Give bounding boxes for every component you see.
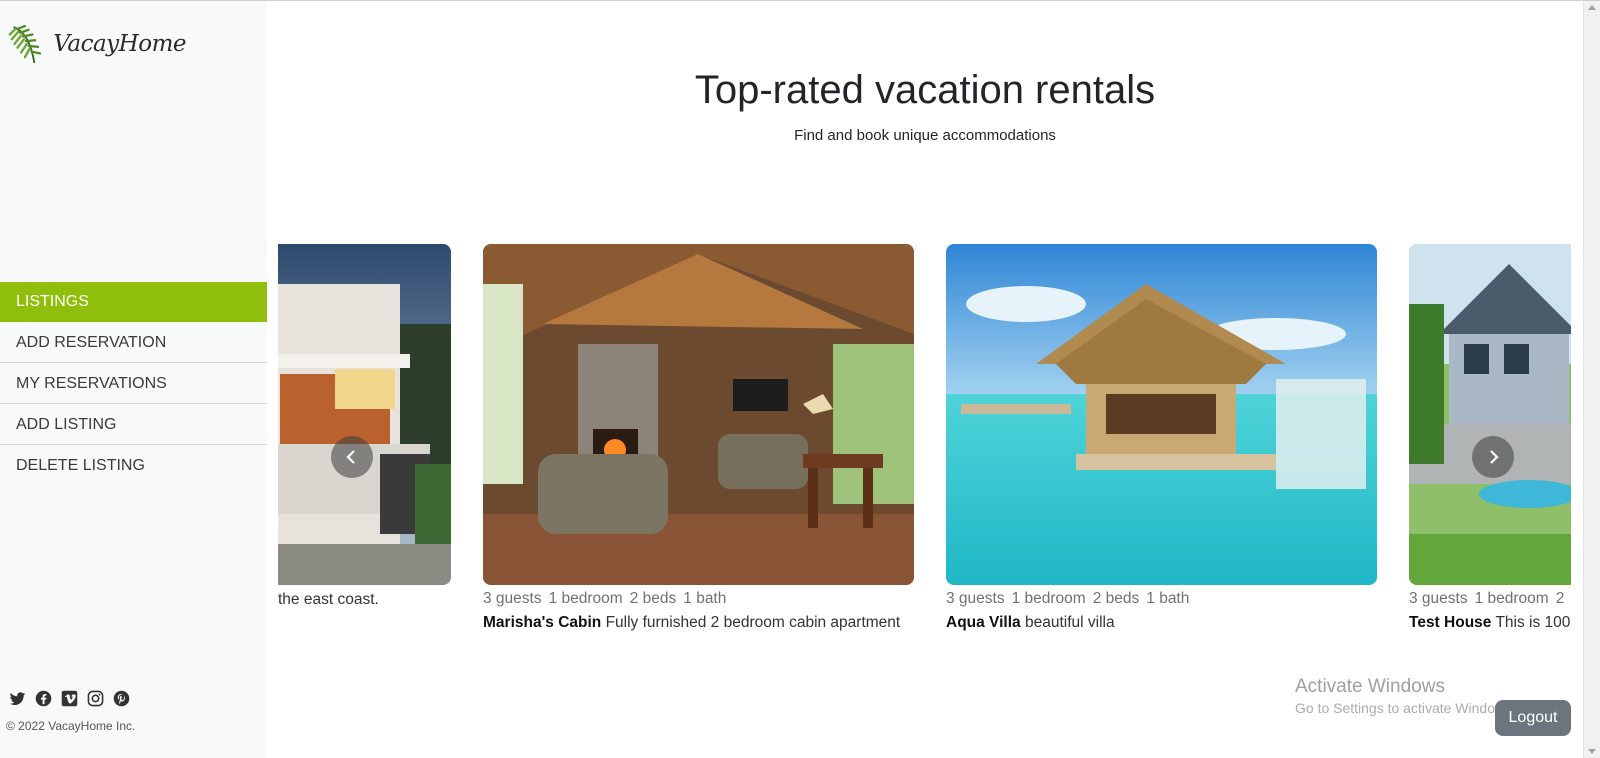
listing-text: Fully furnished 2 bedroom cabin apartmen… [605, 614, 901, 631]
facebook-icon[interactable] [34, 689, 52, 707]
listing-name: Test House [1409, 614, 1492, 631]
sidebar-nav: LISTINGS ADD RESERVATION MY RESERVATIONS… [0, 282, 267, 486]
listing-text: the east coast. [278, 591, 379, 608]
sidebar-item-listings[interactable]: LISTINGS [0, 282, 267, 322]
guests-count: 3 guests [483, 590, 542, 607]
sidebar-item-delete-listing[interactable]: DELETE LISTING [0, 445, 267, 486]
beds-count: 2 [1555, 590, 1565, 607]
listing-description: the east coast. [278, 591, 451, 609]
listing-card[interactable]: 3 guests 1 bedroom 2 beds 1 bath Aqua Villa… [946, 244, 1377, 632]
sidebar-item-my-reservations[interactable]: MY RESERVATIONS [0, 363, 267, 404]
listing-image[interactable] [1409, 244, 1571, 585]
listing-meta: 3 guests 1 bedroom 2 beds 1 bath [483, 590, 914, 608]
brand-name: VacayHome [53, 31, 186, 57]
social-links [8, 689, 130, 707]
listing-card[interactable]: 3 guests 1 bedroom 2 beds 1 bath Marisha's … [483, 244, 914, 632]
palm-leaf-icon [8, 24, 42, 64]
listing-image[interactable] [278, 244, 451, 585]
sidebar: VacayHome LISTINGS ADD RESERVATION MY RE… [0, 1, 267, 758]
bath-count: 1 bath [1146, 590, 1190, 607]
beds-count: 2 beds [1092, 590, 1140, 607]
vimeo-icon[interactable] [60, 689, 78, 707]
main-content: Top-rated vacation rentals Find and book… [267, 1, 1583, 758]
carousel-prev-button[interactable] [331, 436, 373, 478]
listing-meta: 3 guests 1 bedroom 2 [1409, 590, 1571, 608]
chevron-right-icon [1490, 450, 1499, 464]
guests-count: 3 guests [1409, 590, 1468, 607]
brand-logo[interactable]: VacayHome [6, 19, 186, 69]
listing-description: Marisha's Cabin Fully furnished 2 bedroo… [483, 614, 914, 632]
listing-text: beautiful villa [1024, 614, 1115, 631]
scrollbar[interactable] [1583, 1, 1600, 758]
activate-windows-title: Activate Windows [1295, 676, 1445, 697]
listing-image[interactable] [946, 244, 1377, 585]
bedroom-count: 1 bedroom [1011, 590, 1086, 607]
listing-name: Aqua Villa [946, 614, 1021, 631]
listings-carousel: the east coast. 3 guests 1 bedroom 2 bed… [278, 244, 1571, 644]
sidebar-item-add-reservation[interactable]: ADD RESERVATION [0, 322, 267, 363]
sidebar-item-add-listing[interactable]: ADD LISTING [0, 404, 267, 445]
bath-count: 1 bath [683, 590, 727, 607]
activate-windows-subtitle: Go to Settings to activate Windows. [1295, 700, 1516, 716]
listing-image[interactable] [483, 244, 914, 585]
bedroom-count: 1 bedroom [1474, 590, 1549, 607]
listing-description: Aqua Villa beautiful villa [946, 614, 1377, 632]
scroll-down-arrow-icon[interactable] [1588, 749, 1596, 754]
logout-button[interactable]: Logout [1495, 700, 1571, 736]
pinterest-icon[interactable] [112, 689, 130, 707]
guests-count: 3 guests [946, 590, 1005, 607]
page-subtitle: Find and book unique accommodations [794, 127, 1056, 144]
listing-meta: 3 guests 1 bedroom 2 beds 1 bath [946, 590, 1377, 608]
scroll-up-arrow-icon[interactable] [1588, 5, 1596, 10]
listing-name: Marisha's Cabin [483, 614, 602, 631]
twitter-icon[interactable] [8, 689, 26, 707]
listing-card[interactable]: the east coast. [278, 244, 451, 609]
carousel-next-button[interactable] [1472, 436, 1514, 478]
listing-description: Test House This is 100 [1409, 614, 1571, 632]
listing-text: This is 100 [1495, 614, 1571, 631]
beds-count: 2 beds [629, 590, 677, 607]
page-title: Top-rated vacation rentals [694, 68, 1156, 112]
bedroom-count: 1 bedroom [548, 590, 623, 607]
copyright-text: © 2022 VacayHome Inc. [6, 719, 136, 733]
instagram-icon[interactable] [86, 689, 104, 707]
chevron-left-icon [346, 450, 355, 464]
